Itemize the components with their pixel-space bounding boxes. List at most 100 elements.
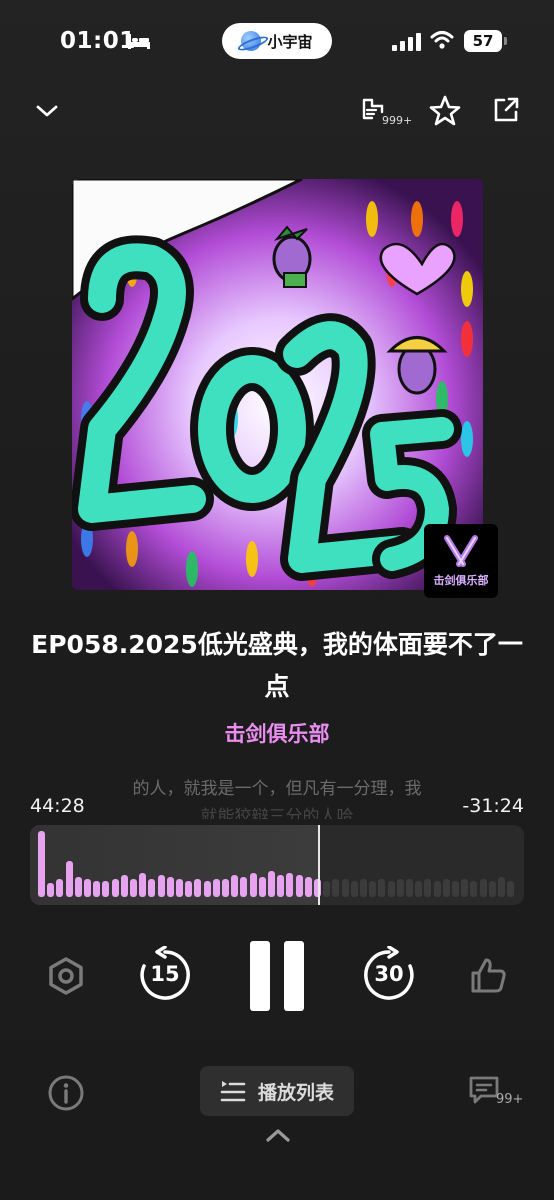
wifi-icon <box>430 31 454 49</box>
share-button[interactable] <box>488 92 524 128</box>
waveform-bar <box>130 879 137 897</box>
transcript-line: 的人，就我是一个，但凡有一分理，我 <box>132 779 422 799</box>
waveform-bar <box>258 877 266 897</box>
pause-button[interactable] <box>246 938 308 1014</box>
bed-icon <box>128 34 150 49</box>
waveform-bar <box>433 881 441 897</box>
waveform-bars <box>30 825 524 905</box>
waveform-bar <box>507 881 515 897</box>
waveform-bar <box>268 871 275 897</box>
chevron-down-icon <box>36 105 58 117</box>
waveform-bar <box>194 879 202 897</box>
waveform-bar <box>488 881 496 897</box>
waveform-bar <box>93 881 101 897</box>
waveform-bar <box>442 879 450 897</box>
expand-details-button[interactable] <box>262 1122 294 1148</box>
status-time: 01:01 <box>60 28 136 54</box>
waveform-bar <box>120 875 128 897</box>
like-button[interactable] <box>466 954 510 998</box>
waveform-bar <box>341 879 349 897</box>
comments-button[interactable]: 99+ <box>468 1072 524 1112</box>
waveform-bar <box>157 875 165 897</box>
planet-icon <box>241 31 262 51</box>
remaining-time: -31:24 <box>462 795 524 817</box>
waveform-bar <box>148 879 156 897</box>
waveform-bar <box>277 875 285 897</box>
waveform-bar <box>452 881 459 897</box>
waveform-bar <box>65 861 73 897</box>
share-icon <box>494 97 519 122</box>
episode-info-button[interactable] <box>46 1073 86 1113</box>
chevron-up-icon <box>266 1129 290 1142</box>
playlist-button[interactable]: 播放列表 <box>200 1066 354 1116</box>
skip-forward-seconds: 30 <box>374 962 404 986</box>
waveform-bar <box>84 879 91 897</box>
waveform-bar <box>470 881 478 897</box>
skip-forward-button[interactable]: 30 <box>360 946 418 1004</box>
waveform-bar <box>47 883 55 897</box>
transcript-preview[interactable]: 的人，就我是一个，但凡有一分理，我 就能狡辩三分的人哈 <box>100 775 454 819</box>
cover-illustration <box>72 179 483 590</box>
episode-title: EP058.2025低光盛典，我的体面要不了一点 <box>31 630 523 701</box>
waveform-bar <box>139 873 147 897</box>
waveform-bar <box>212 879 220 897</box>
waveform-bar <box>231 875 239 897</box>
playlist-label: 播放列表 <box>257 1081 334 1104</box>
waveform-bar <box>295 875 303 897</box>
waveform-bar <box>166 877 174 897</box>
archive-button[interactable]: 999+ <box>356 90 414 134</box>
waveform-bar <box>240 877 248 897</box>
waveform-bar <box>424 879 432 897</box>
waveform-bar <box>111 879 119 897</box>
comment-count: 99+ <box>496 1092 524 1107</box>
badge-label: 击剑俱乐部 <box>433 574 489 587</box>
app-indicator-pill[interactable]: 小宇宙 <box>222 23 332 59</box>
speed-icon <box>49 957 83 995</box>
battery-indicator: 57 <box>464 30 507 52</box>
collapse-player-button[interactable] <box>30 94 64 128</box>
waveform-bar <box>56 879 64 897</box>
podcast-name-link[interactable]: 击剑俱乐部 <box>0 718 554 748</box>
playlist-icon <box>220 1081 246 1102</box>
waveform-bar <box>387 881 395 897</box>
thumbs-up-icon <box>471 958 506 993</box>
waveform-bar <box>369 881 377 897</box>
signal-icon <box>392 33 421 51</box>
waveform-bar <box>185 881 193 897</box>
crossed-swords-icon <box>444 535 478 567</box>
waveform-bar <box>332 879 340 897</box>
status-bar: 01:01 小宇宙 57 <box>0 0 554 84</box>
waveform-bar <box>304 877 312 897</box>
waveform-bar <box>102 881 110 897</box>
waveform-bar <box>286 873 294 897</box>
waveform-scrubber[interactable] <box>30 825 524 905</box>
waveform-bar <box>396 879 404 897</box>
waveform-bar <box>38 831 45 897</box>
info-icon <box>48 1075 84 1111</box>
podcast-badge: 击剑俱乐部 <box>424 524 498 598</box>
playhead[interactable] <box>318 825 320 905</box>
waveform-bar <box>479 879 487 897</box>
waveform-bar <box>323 881 331 897</box>
elapsed-time: 44:28 <box>30 795 85 817</box>
waveform-bar <box>461 879 469 897</box>
waveform-bar <box>406 879 413 897</box>
favorite-button[interactable] <box>426 92 464 130</box>
waveform-bar <box>222 879 229 897</box>
archive-count: 999+ <box>382 114 413 127</box>
app-name: 小宇宙 <box>267 32 313 51</box>
playback-speed-button[interactable] <box>44 954 88 998</box>
pause-icon <box>250 941 304 1011</box>
waveform-bar <box>74 877 82 897</box>
skip-back-button[interactable]: 15 <box>136 946 194 1004</box>
waveform-bar <box>415 881 423 897</box>
waveform-bar <box>350 881 358 897</box>
episode-cover-art <box>72 179 483 590</box>
star-icon <box>429 95 461 126</box>
skip-back-seconds: 15 <box>150 962 180 986</box>
waveform-bar <box>176 879 183 897</box>
waveform-bar <box>249 873 257 897</box>
waveform-bar <box>360 879 367 897</box>
transcript-line: 就能狡辩三分的人哈 <box>200 807 354 819</box>
waveform-bar <box>498 877 505 897</box>
